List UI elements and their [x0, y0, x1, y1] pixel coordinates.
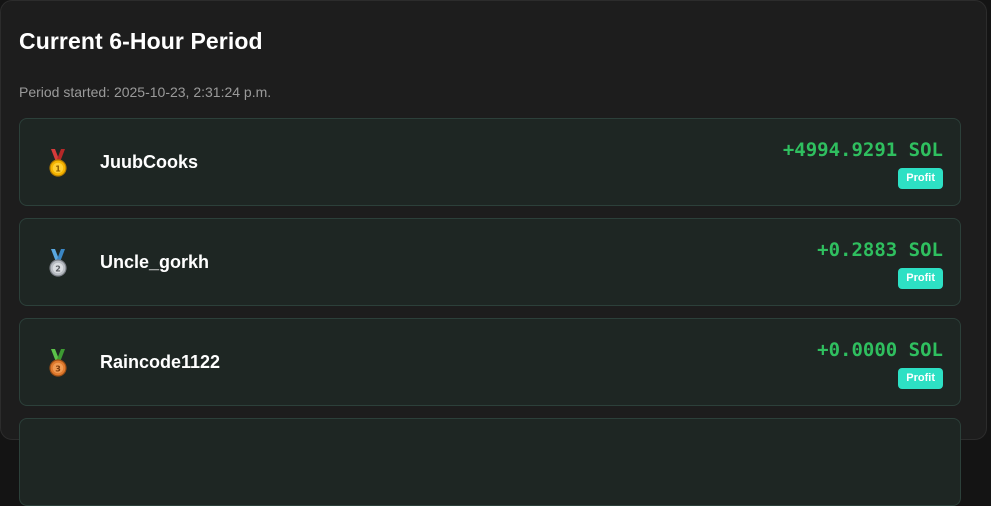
leaderboard-row[interactable]	[19, 418, 961, 506]
profit-amount: +4994.9291 SOL	[782, 139, 943, 161]
leaderboard-row[interactable]: 2 Uncle_gorkh +0.2883 SOL Profit	[19, 218, 961, 306]
svg-text:2: 2	[55, 264, 61, 273]
leaderboard-panel: Current 6-Hour Period Period started: 20…	[0, 0, 987, 506]
trader-name: JuubCooks	[100, 152, 199, 172]
status-badge: Profit	[898, 168, 943, 189]
trader-name: Uncle_gorkh	[100, 252, 210, 272]
profit-amount: +0.2883 SOL	[817, 239, 943, 261]
svg-text:3: 3	[55, 364, 61, 373]
leaderboard-row[interactable]: 3 Raincode1122 +0.0000 SOL Profit	[19, 318, 961, 406]
profit-amount: +0.0000 SOL	[817, 339, 943, 361]
trader-name: Raincode1122	[100, 352, 221, 372]
status-badge: Profit	[898, 268, 943, 289]
svg-text:1: 1	[55, 164, 61, 173]
silver-medal-icon: 2	[49, 249, 67, 277]
bronze-medal-icon: 3	[49, 349, 67, 377]
leaderboard-row[interactable]: 1 JuubCooks +4994.9291 SOL Profit	[19, 118, 961, 206]
period-started-text: Period started: 2025-10-23, 2:31:24 p.m.	[19, 84, 272, 100]
panel-title: Current 6-Hour Period	[19, 28, 263, 54]
gold-medal-icon: 1	[49, 149, 67, 177]
status-badge: Profit	[898, 368, 943, 389]
